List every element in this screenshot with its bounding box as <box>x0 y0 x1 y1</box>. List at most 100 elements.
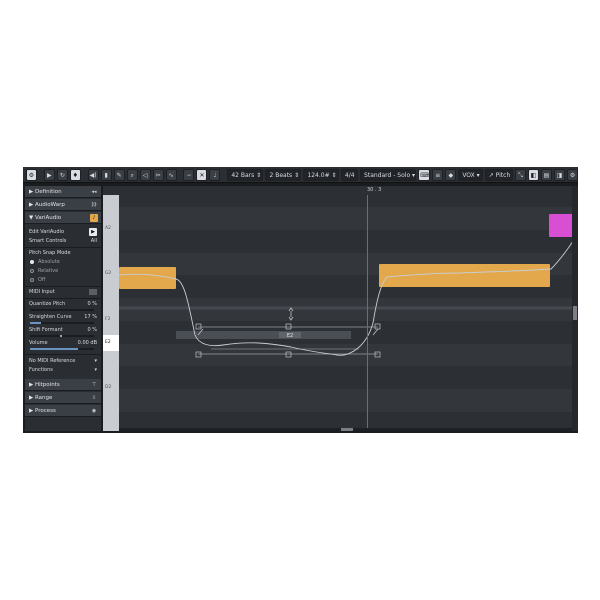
smart-controls-label: Smart Controls <box>29 238 67 244</box>
play-icon[interactable]: ▶ <box>43 168 55 181</box>
functions-dropdown[interactable]: Functions ▾ <box>29 366 99 374</box>
speaker-icon[interactable]: ◀) <box>87 168 99 181</box>
pitch-segment[interactable] <box>119 267 176 289</box>
tempo-label: 124.0# <box>307 171 330 179</box>
snap-off-radio[interactable]: Off <box>30 276 45 284</box>
selection-handle[interactable] <box>285 323 292 330</box>
process-section-header[interactable]: ▶ Process ◉ <box>25 405 101 417</box>
selection-handle[interactable] <box>195 351 202 358</box>
range-section-header[interactable]: ▶ Range ⁞⁞ <box>25 392 101 404</box>
segment-note-label: E2 <box>287 333 293 339</box>
quantize-pitch-slider[interactable] <box>30 309 94 311</box>
range-label: Range <box>34 395 53 401</box>
edit-variaudio-row: Edit VariAudio ▶ <box>29 228 99 236</box>
key-e2[interactable]: E2 <box>103 335 119 351</box>
pitch-segment-selected[interactable] <box>176 331 351 339</box>
layout-right-icon[interactable]: ◨ <box>554 168 566 181</box>
piano-keyboard[interactable]: A2 G2 F2 E2 D2 <box>103 195 119 431</box>
variaudio-label: VariAudio <box>34 215 62 221</box>
snap-relative-radio[interactable]: Relative <box>30 267 58 275</box>
shift-formant-label: Shift Formant <box>29 327 63 333</box>
volume-fill <box>30 348 78 350</box>
vertical-scrollbar[interactable] <box>572 186 578 431</box>
quantize-pitch-value[interactable]: 0 % <box>87 300 97 308</box>
color-icon[interactable]: ◆ <box>445 168 457 181</box>
definition-section-header[interactable]: ▶ Definition ◂◂ <box>25 186 101 198</box>
shift-formant-row: Shift Formant 0 % <box>29 326 99 334</box>
no-midi-reference-label: No MIDI Reference <box>29 358 76 364</box>
layout-bottom-icon[interactable]: ▤ <box>541 168 553 181</box>
loop-icon[interactable]: ↻ <box>56 168 68 181</box>
audiowarp-label: AudioWarp <box>34 202 65 208</box>
snap-absolute-radio[interactable]: Absolute <box>30 258 60 266</box>
snap-relative-label: Relative <box>38 268 59 274</box>
gear-icon[interactable]: ⚙ <box>567 168 578 181</box>
pitch-snap-mode-label: Pitch Snap Mode <box>29 250 71 256</box>
variaudio-section-header[interactable]: ▼ VariAudio ♪ <box>25 212 101 224</box>
key-d2[interactable]: D2 <box>103 384 119 392</box>
shift-formant-slider[interactable] <box>30 335 94 337</box>
move-handle-icon[interactable] <box>288 307 294 321</box>
midi-input-row: MIDI Input <box>29 288 99 296</box>
straighten-curve-value[interactable]: 17 % <box>84 313 97 321</box>
waveform-icon[interactable]: ∿ <box>165 168 177 181</box>
radio-icon <box>30 277 34 282</box>
volume-value[interactable]: 0.00 dB <box>78 339 97 347</box>
pointer-tool-icon[interactable]: ♦ <box>69 168 81 181</box>
volume-slider[interactable] <box>30 348 94 350</box>
mode-label: Standard - Solo <box>364 171 411 179</box>
scroll-thumb[interactable] <box>573 306 577 320</box>
pitch-segment[interactable] <box>549 214 572 237</box>
midi-input-icon[interactable] <box>89 289 97 295</box>
key-g2[interactable]: G2 <box>103 270 119 278</box>
keyboard-icon[interactable]: ⌨ <box>418 168 431 181</box>
process-label: Process <box>34 408 56 414</box>
pitch-button[interactable]: ↗ Pitch <box>484 168 514 181</box>
beats-field[interactable]: 2 Beats ⇕ <box>265 168 302 181</box>
pitch-editor-area[interactable]: E2 <box>119 195 572 428</box>
ruler-position-label: 30 . 3 <box>367 187 382 193</box>
selection-handle[interactable] <box>374 351 381 358</box>
smart-controls-value[interactable]: All <box>91 237 97 245</box>
range-icon: ⁞⁞ <box>92 395 96 401</box>
selection-handle[interactable] <box>285 351 292 358</box>
tempo-field[interactable]: 124.0# ⇕ <box>303 168 339 181</box>
no-midi-reference-dropdown[interactable]: No MIDI Reference ▾ <box>29 357 99 365</box>
curve-tool-icon[interactable]: ∽ <box>183 168 195 181</box>
horizontal-scrollbar[interactable] <box>119 428 572 431</box>
metronome-icon[interactable]: ♩ <box>209 168 221 181</box>
link-icon: ◂◂ <box>91 189 97 195</box>
scissors-icon[interactable]: ✂ <box>152 168 164 181</box>
signature-field[interactable]: 4/4 <box>340 168 359 181</box>
pencil-icon[interactable]: ✎ <box>113 168 125 181</box>
variaudio-editor-window: ⚙ ▶ ↻ ♦ ◀) ▮ ✎ ⌕ ◁ ✂ ∿ ∽ ✕ ♩ 42 Bars ⇕ 2… <box>23 167 578 433</box>
snap-icon[interactable]: ✕ <box>196 168 208 181</box>
volume-row: Volume 0.00 dB <box>29 339 99 347</box>
key-a2[interactable]: A2 <box>103 225 119 233</box>
track-dropdown[interactable]: VOX ▾ <box>458 168 483 181</box>
audiowarp-section-header[interactable]: ▶ AudioWarp ⟫⟫ <box>25 199 101 211</box>
straighten-curve-row: Straighten Curve 17 % <box>29 313 99 321</box>
zoom-icon[interactable]: ⌕ <box>126 168 138 181</box>
selection-handle[interactable] <box>195 323 202 330</box>
mute-icon[interactable]: ◁ <box>139 168 151 181</box>
edit-variaudio-toggle[interactable]: ▶ <box>89 228 97 236</box>
select-tool-icon[interactable]: ▮ <box>100 168 112 181</box>
chevron-down-icon: ▾ <box>94 367 97 373</box>
shift-formant-value[interactable]: 0 % <box>87 326 97 334</box>
hitpoints-section-header[interactable]: ▶ Hitpoints ⊤ <box>25 379 101 391</box>
expand-icon[interactable]: ⤡ <box>515 168 527 181</box>
functions-label: Functions <box>29 367 53 373</box>
straighten-curve-label: Straighten Curve <box>29 314 72 320</box>
layout-left-icon[interactable]: ◧ <box>528 168 540 181</box>
scroll-thumb[interactable] <box>341 428 353 431</box>
list-icon[interactable]: ≡ <box>432 168 444 181</box>
selection-handle[interactable] <box>374 323 381 330</box>
bars-field[interactable]: 42 Bars ⇕ <box>227 168 264 181</box>
settings-icon[interactable]: ⚙ <box>26 168 37 181</box>
mode-dropdown[interactable]: Standard - Solo ▾ <box>360 168 417 181</box>
key-f2[interactable]: F2 <box>103 316 119 324</box>
straighten-curve-slider[interactable] <box>30 322 94 324</box>
midi-input-label: MIDI Input <box>29 289 55 295</box>
process-icon: ◉ <box>91 408 97 414</box>
